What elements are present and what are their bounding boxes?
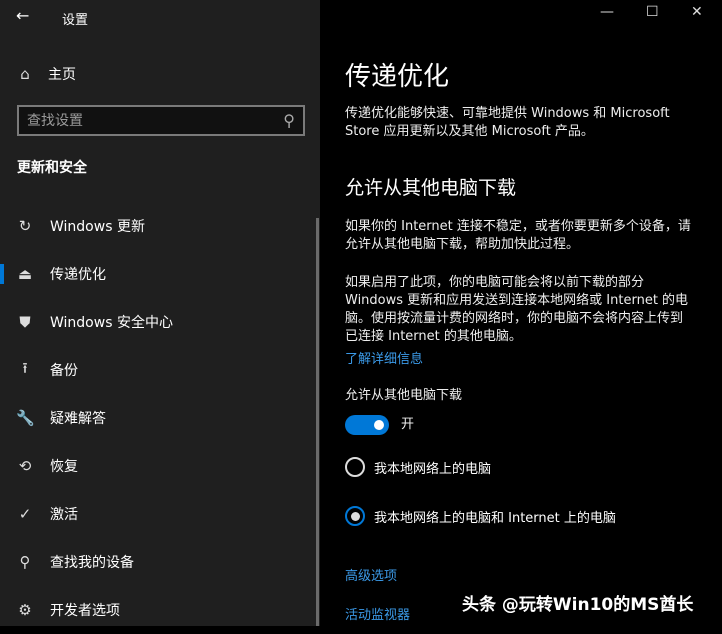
sidebar-item[interactable]: ✓ 激活: [0, 490, 316, 538]
search-icon[interactable]: ⚲: [283, 111, 295, 130]
sidebar-item-label: 查找我的设备: [50, 555, 134, 571]
sidebar-item-label: 备份: [50, 363, 78, 379]
sidebar-item[interactable]: ⟲ 恢复: [0, 442, 316, 490]
sidebar-item[interactable]: ↻ Windows 更新: [0, 202, 316, 250]
radio-circle[interactable]: [345, 457, 365, 477]
sidebar-item[interactable]: ⛊ Windows 安全中心: [0, 298, 316, 346]
sidebar-item[interactable]: ⏏ 传递优化: [0, 250, 316, 298]
close-button[interactable]: ✕: [691, 4, 703, 20]
radio-circle-selected[interactable]: [345, 506, 365, 526]
toggle-state: 开: [401, 417, 415, 432]
sidebar-nav: ↻ Windows 更新 ⏏ 传递优化 ⛊ Windows 安全中心 ⭱ 备份 🔧 疑难解答 ⟲ 恢复…: [0, 202, 316, 634]
sidebar-item[interactable]: ⚙ 开发者选项: [0, 586, 316, 634]
sidebar-item-icon: ⛊: [19, 313, 31, 331]
page-title: 传递优化: [345, 62, 450, 92]
radio-label: 我本地网络上的电脑: [374, 461, 492, 477]
learn-more-link[interactable]: 了解详细信息: [345, 348, 423, 367]
description-2: 如果你的 Internet 连接不稳定，或者你要更新多个设备，请允许从其他电脑下…: [345, 219, 691, 252]
sidebar-item[interactable]: 🔧 疑难解答: [0, 394, 316, 442]
sidebar-item-icon: ⚙: [18, 601, 32, 619]
sidebar-item-icon: ⚲: [19, 553, 31, 571]
minimize-button[interactable]: —: [600, 4, 614, 20]
sidebar: ← 设置 ⌂ 主页 ⚲ 更新和安全 ↻ Windows 更新 ⏏ 传递优化 ⛊ Window…: [0, 0, 320, 626]
sidebar-item-icon: ⏏: [17, 265, 33, 283]
maximize-button[interactable]: ☐: [646, 4, 659, 20]
sidebar-item-label: 恢复: [50, 459, 78, 475]
description: 传递优化能够快速、可靠地提供 Windows 和 Microsoft Store…: [345, 106, 670, 139]
watermark: 头条 @玩转Win10的MS酋长: [462, 595, 694, 615]
home-icon: ⌂: [20, 65, 30, 83]
sidebar-item-icon: ✓: [18, 505, 32, 523]
advanced-options-link[interactable]: 高级选项: [345, 565, 397, 584]
sidebar-item-label: 传递优化: [50, 267, 106, 283]
sidebar-item-label: 开发者选项: [50, 603, 120, 619]
scrollbar[interactable]: [316, 218, 319, 626]
description-3: 如果启用了此项，你的电脑可能会将以前下载的部分 Windows 更新和应用发送到…: [345, 275, 689, 344]
sidebar-item[interactable]: ⭱ 备份: [0, 346, 316, 394]
radio-local-network[interactable]: 我本地网络上的电脑: [345, 457, 491, 477]
home-label: 主页: [48, 67, 76, 83]
allow-download-toggle[interactable]: [345, 415, 389, 435]
sidebar-item-label: 疑难解答: [50, 411, 106, 427]
sidebar-item-label: Windows 更新: [50, 219, 145, 235]
search-box[interactable]: ⚲: [17, 105, 305, 136]
radio-local-and-internet[interactable]: 我本地网络上的电脑和 Internet 上的电脑: [345, 506, 616, 526]
back-arrow-icon[interactable]: ←: [16, 6, 29, 25]
sidebar-item-icon: ⭱: [22, 358, 28, 377]
search-input[interactable]: [27, 112, 284, 129]
app-title: 设置: [62, 13, 89, 28]
sidebar-item-icon: ⟲: [18, 457, 32, 475]
sidebar-item-home[interactable]: ⌂ 主页: [16, 64, 76, 84]
activity-monitor-link[interactable]: 活动监视器: [345, 604, 410, 623]
sidebar-item-icon: ↻: [18, 217, 32, 235]
section-heading: 允许从其他电脑下载: [345, 177, 517, 199]
sidebar-item-label: 激活: [50, 507, 78, 523]
radio-label: 我本地网络上的电脑和 Internet 上的电脑: [374, 510, 616, 526]
toggle-label: 允许从其他电脑下载: [345, 388, 463, 403]
sidebar-item-icon: 🔧: [16, 409, 35, 427]
sidebar-item-label: Windows 安全中心: [50, 315, 173, 331]
section-heading: 更新和安全: [17, 160, 87, 176]
sidebar-item[interactable]: ⚲ 查找我的设备: [0, 538, 316, 586]
